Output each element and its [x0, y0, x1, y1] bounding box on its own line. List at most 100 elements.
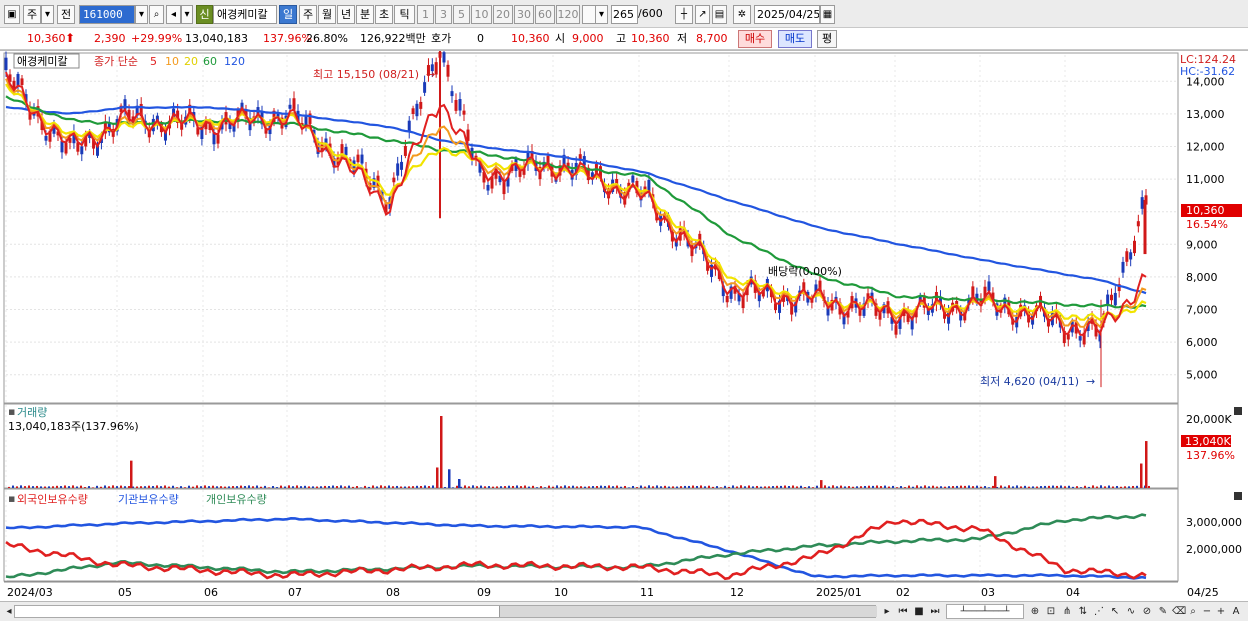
interval-30[interactable]: 30	[514, 5, 534, 24]
volume-bar	[316, 486, 318, 488]
volume-bar	[388, 485, 390, 488]
zoom-in-icon[interactable]: +	[1214, 604, 1228, 619]
volume-bar	[1128, 486, 1130, 488]
chart-area[interactable]: 애경케미칼 종가 단순 5 10 20 60 120 최고 15,150 (08…	[0, 43, 1248, 603]
volume-bar	[232, 486, 234, 488]
pen-icon[interactable]: ✎	[1156, 604, 1170, 619]
auto-scale-icon[interactable]: A	[1229, 604, 1243, 619]
interval-1[interactable]: 1	[417, 5, 434, 24]
speaker-icon[interactable]: ◂	[166, 5, 181, 24]
volume-bar	[708, 485, 710, 488]
tab-year[interactable]: 년	[337, 5, 355, 24]
sell-button[interactable]: 매도	[778, 30, 812, 48]
volume-bar	[180, 486, 182, 488]
volume-bar	[164, 485, 166, 488]
volume-value: 13,040,183주(137.96%)	[8, 420, 139, 433]
scrollbar[interactable]	[14, 605, 877, 618]
crosshair-icon[interactable]: ⊕	[1028, 604, 1042, 619]
interval-10[interactable]: 10	[471, 5, 492, 24]
delete-tool-icon[interactable]: ⊘	[1140, 604, 1154, 619]
candle-body	[1078, 336, 1082, 341]
volume-bar	[844, 486, 846, 488]
price-y-tick: 13,000	[1186, 108, 1225, 121]
trend-icon[interactable]: ↗	[695, 5, 710, 24]
volume-bar	[624, 485, 626, 488]
stock-chart[interactable]: 애경케미칼 종가 단순 5 10 20 60 120 최고 15,150 (08…	[0, 43, 1248, 602]
volume-bar	[652, 486, 654, 488]
candle-body	[44, 135, 48, 141]
volume-bar	[748, 485, 750, 488]
candle-icon[interactable]: ┼	[675, 5, 693, 24]
volume-bar	[692, 485, 694, 488]
eval-button[interactable]: 평	[817, 30, 837, 48]
buy-button[interactable]: 매수	[738, 30, 772, 48]
interval-5[interactable]: 5	[453, 5, 470, 24]
interval-120[interactable]: 120	[556, 5, 580, 24]
zoom-out-icon[interactable]: −	[1200, 604, 1214, 619]
volume-bar	[940, 486, 942, 488]
line-tool-icon[interactable]: ⊡	[1044, 604, 1058, 619]
calendar-icon[interactable]: ▦	[820, 5, 835, 24]
zoom-slider[interactable]: ┴───┴───┴	[946, 604, 1024, 619]
volume-panel[interactable]	[3, 403, 1179, 489]
fast-forward-icon[interactable]: ⏭	[928, 604, 942, 619]
candle-body	[450, 91, 454, 97]
cursor-icon[interactable]: ↖	[1108, 604, 1122, 619]
eraser-icon[interactable]: ⌫	[1172, 604, 1186, 619]
low-annotation: 최저 4,620 (04/11)	[980, 375, 1079, 388]
date-input[interactable]: 2025/04/25	[754, 5, 820, 24]
count-input[interactable]: 265	[611, 5, 638, 24]
volume-bar	[20, 485, 22, 488]
volume-bar	[508, 485, 510, 488]
x-tick-label: 10	[554, 586, 568, 599]
volume-close-icon[interactable]	[1234, 407, 1242, 415]
fan-icon[interactable]: ⋰	[1092, 604, 1106, 619]
code-dropdown-icon[interactable]: ▾	[135, 5, 148, 24]
tab-minute[interactable]: 분	[356, 5, 374, 24]
rewind-icon[interactable]: ⏮	[896, 604, 910, 619]
bottom-bar: ◂ ▸ ⏮ ■ ⏭ ┴───┴───┴ ⊕ ⊡ ⋔ ⇅ ⋰ ↖ ∿ ⊘ ✎ ⌫ …	[0, 601, 1248, 621]
fibo-icon[interactable]: ⋔	[1060, 604, 1074, 619]
tab-tick[interactable]: 틱	[394, 5, 415, 24]
prev-button[interactable]: 전	[57, 5, 75, 24]
period-select[interactable]: 주	[23, 5, 41, 24]
tab-month[interactable]: 월	[318, 5, 336, 24]
search-icon[interactable]: ⌕	[149, 5, 164, 24]
x-tick-label: 04	[1066, 586, 1080, 599]
volume-bar	[220, 486, 222, 488]
volume-bar	[352, 486, 354, 488]
volume-bar	[612, 486, 614, 488]
volume-bar	[376, 486, 378, 488]
volume-bar	[276, 487, 278, 488]
scroll-right-icon[interactable]: ▸	[880, 604, 894, 619]
interval-20[interactable]: 20	[493, 5, 513, 24]
price-panel[interactable]	[3, 52, 1179, 404]
speaker-dropdown-icon[interactable]: ▾	[181, 5, 193, 24]
layout-icon[interactable]: ▣	[4, 5, 20, 24]
volume-bar	[204, 485, 206, 488]
volume-bar	[412, 486, 414, 488]
zoom-search-icon[interactable]: ⌕	[1186, 604, 1200, 619]
x-tick-label: 12	[730, 586, 744, 599]
tab-second[interactable]: 초	[375, 5, 393, 24]
x-tick-label: 08	[386, 586, 400, 599]
settings-icon[interactable]: ✲	[733, 5, 751, 24]
wave-icon[interactable]: ∿	[1124, 604, 1138, 619]
volume-bar	[944, 486, 946, 488]
scrollbar-thumb[interactable]	[499, 606, 877, 617]
tab-day[interactable]: 일	[279, 5, 297, 24]
save-icon[interactable]: ▤	[712, 5, 727, 24]
tab-week[interactable]: 주	[299, 5, 317, 24]
interval-dropdown-icon[interactable]: ▾	[595, 5, 608, 24]
volume-bar	[440, 416, 443, 488]
stock-name-field[interactable]: 애경케미칼	[213, 5, 277, 24]
interval-3[interactable]: 3	[435, 5, 452, 24]
stock-code-input[interactable]: 161000	[79, 5, 135, 24]
stop-icon[interactable]: ■	[912, 604, 926, 619]
holding-close-icon[interactable]	[1234, 492, 1242, 500]
interval-60[interactable]: 60	[535, 5, 555, 24]
channel-icon[interactable]: ⇅	[1076, 604, 1090, 619]
chevron-down-icon[interactable]: ▾	[41, 5, 54, 24]
volume-bar	[1012, 486, 1014, 488]
volume-bar	[124, 486, 126, 488]
